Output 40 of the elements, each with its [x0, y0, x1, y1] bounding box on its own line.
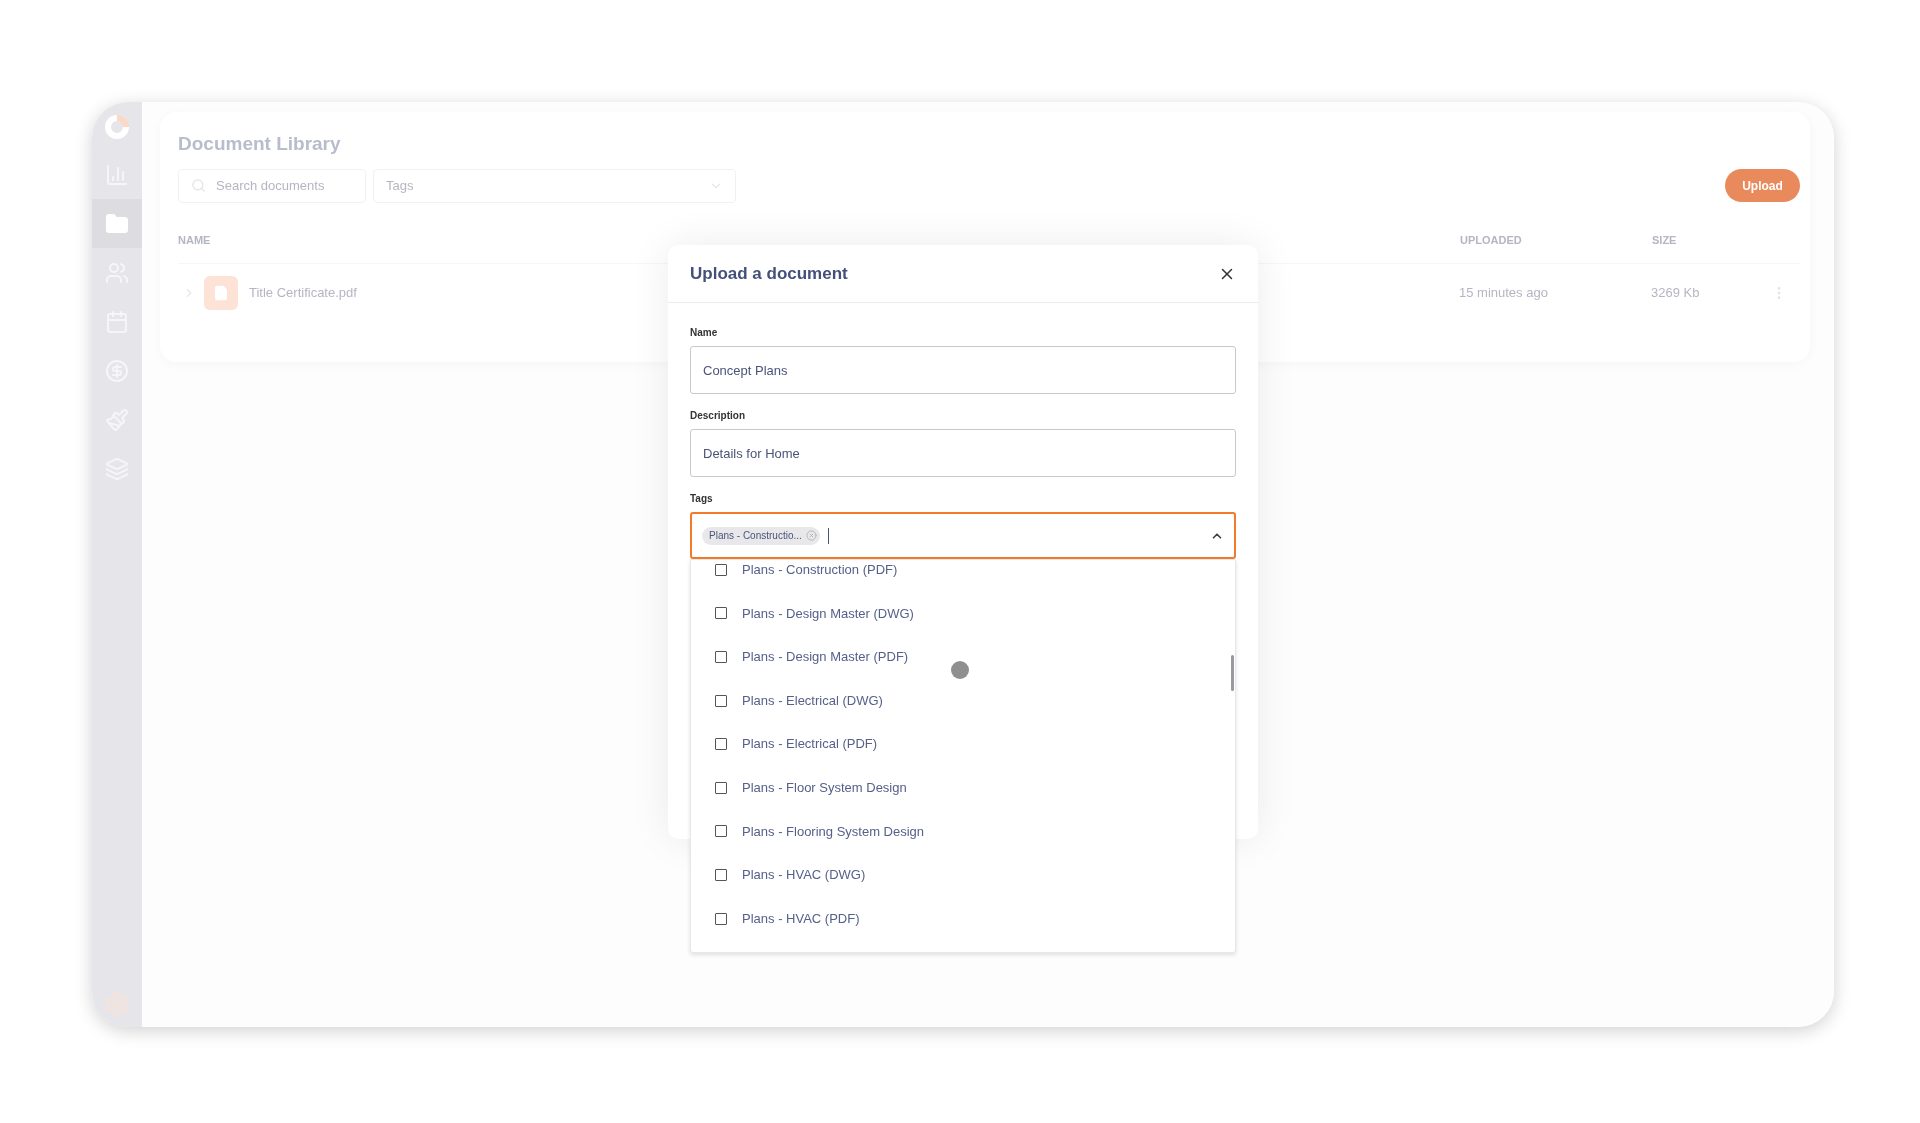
checkbox[interactable] [715, 825, 727, 838]
sidebar-item[interactable] [92, 199, 142, 248]
tag-option[interactable]: Plans - Electrical (DWG) [691, 678, 1235, 723]
field-label: Tags [690, 492, 714, 506]
checkbox[interactable] [715, 912, 727, 925]
column-header: UPLOADED [1460, 233, 1523, 249]
checkbox[interactable] [715, 694, 727, 707]
logo-icon [104, 114, 130, 140]
file-size: 3269 Kb [1651, 283, 1701, 302]
file-icon [204, 275, 238, 310]
tag-option[interactable]: Plans - Design Master (PDF) [691, 635, 1235, 679]
checkbox[interactable] [715, 868, 727, 881]
tag-option[interactable]: Plans - HVAC (PDF) [691, 896, 1235, 941]
checkbox[interactable] [715, 651, 727, 663]
tag-chip: Plans - Constructio... [702, 526, 820, 545]
tag-option[interactable]: Plans - HVAC (DWG) [691, 853, 1235, 897]
text-cursor [827, 527, 829, 544]
text-field[interactable]: Details for Home [690, 429, 1236, 477]
file-name: Title Certificate.pdf [249, 283, 358, 302]
dialog-title: Upload a document [690, 262, 848, 285]
field-label: Description [690, 409, 746, 423]
tag-option[interactable]: Plans - Electrical (PDF) [691, 722, 1235, 766]
tag-option[interactable]: Plans - Floor System Design [691, 765, 1235, 810]
tag-option[interactable]: Plans - Flooring System Design [691, 809, 1235, 854]
checkbox[interactable] [715, 738, 727, 751]
page-title: Document Library [178, 132, 341, 156]
checkbox[interactable] [715, 607, 727, 620]
tag-option[interactable]: Plans - Construction (PDF) [691, 560, 1235, 592]
tag-option[interactable]: Plans - Design Master (DWG) [691, 591, 1235, 636]
folder-icon [105, 211, 129, 236]
remove-tag-icon[interactable] [805, 530, 817, 541]
checkbox[interactable] [715, 781, 727, 794]
search-icon [191, 178, 206, 193]
text-field[interactable]: Concept Plans [690, 346, 1236, 394]
column-header: SIZE [1652, 233, 1677, 249]
field-label: Name [690, 326, 719, 340]
checkbox[interactable] [715, 563, 727, 576]
uploaded-time: 15 minutes ago [1459, 283, 1549, 302]
scrollbar-thumb[interactable] [1231, 655, 1234, 691]
column-header: NAME [178, 233, 212, 249]
